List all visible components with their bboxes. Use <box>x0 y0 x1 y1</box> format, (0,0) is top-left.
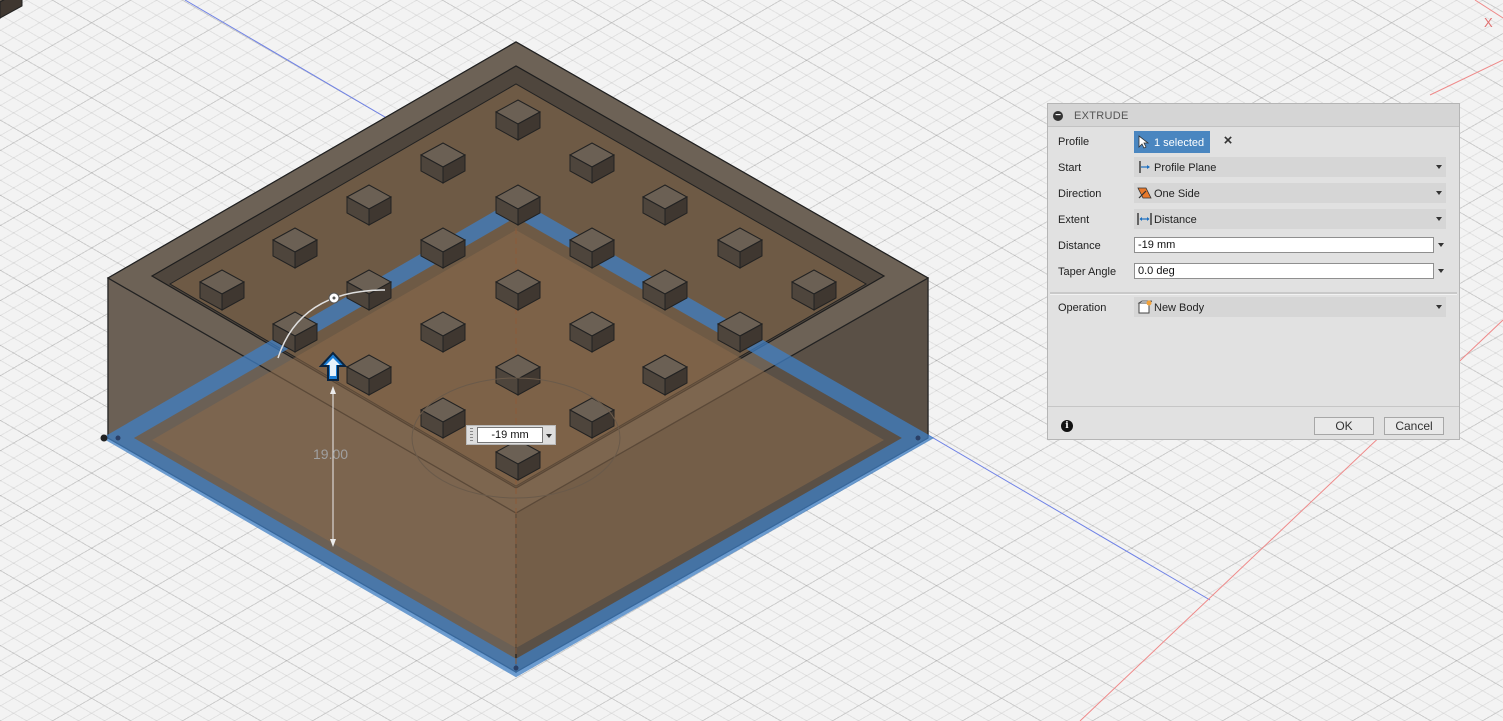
distance-dimension-label: 19.00 <box>313 446 349 462</box>
view-cube-axis-label[interactable]: X <box>1484 15 1493 30</box>
taper-angle-handle-dot <box>332 296 336 300</box>
cursor-icon <box>1138 135 1150 149</box>
extent-row: Extent Distance <box>1048 208 1459 230</box>
one-side-icon <box>1137 187 1152 199</box>
chevron-down-icon[interactable] <box>1438 269 1444 273</box>
start-select[interactable]: Profile Plane <box>1134 157 1446 177</box>
sketch-point[interactable] <box>513 665 519 671</box>
dialog-footer: i OK Cancel <box>1048 406 1459 440</box>
start-label: Start <box>1058 162 1082 174</box>
distance-input[interactable] <box>1134 237 1434 253</box>
profile-label: Profile <box>1058 136 1090 148</box>
canvas-distance-input-box[interactable] <box>466 425 556 445</box>
direction-select[interactable]: One Side <box>1134 183 1446 203</box>
operation-value: New Body <box>1154 302 1205 314</box>
collapse-icon[interactable]: − <box>1053 111 1063 121</box>
new-body-icon <box>1137 300 1152 314</box>
chevron-down-icon[interactable] <box>546 434 552 438</box>
dialog-divider <box>1050 292 1457 295</box>
operation-select[interactable]: New Body <box>1134 297 1446 317</box>
cancel-button[interactable]: Cancel <box>1384 417 1444 435</box>
chevron-down-icon <box>1436 191 1442 195</box>
dialog-title: EXTRUDE <box>1074 110 1129 122</box>
taper-angle-row: Taper Angle <box>1048 260 1459 282</box>
start-value: Profile Plane <box>1154 162 1217 174</box>
clear-selection-icon[interactable]: × <box>1220 133 1236 149</box>
direction-row: Direction One Side <box>1048 182 1459 204</box>
profile-selection-button[interactable]: 1 selected <box>1134 131 1210 153</box>
taper-angle-input[interactable] <box>1134 263 1434 279</box>
profile-plane-icon <box>1139 161 1150 173</box>
sketch-point[interactable] <box>115 435 121 441</box>
direction-label: Direction <box>1058 188 1102 200</box>
info-icon[interactable]: i <box>1061 420 1073 432</box>
extent-label: Extent <box>1058 214 1090 226</box>
direction-value: One Side <box>1154 188 1200 200</box>
chevron-down-icon <box>1436 305 1442 309</box>
distance-icon <box>1137 213 1152 225</box>
dialog-header: − EXTRUDE <box>1048 104 1459 127</box>
sketch-point[interactable] <box>100 434 108 442</box>
sketch-point[interactable] <box>915 435 921 441</box>
extent-value: Distance <box>1154 214 1197 226</box>
profile-selection-count: 1 selected <box>1154 137 1205 149</box>
profile-row: Profile 1 selected × <box>1048 130 1459 153</box>
start-row: Start Profile Plane <box>1048 156 1459 178</box>
distance-label: Distance <box>1058 240 1101 252</box>
chevron-down-icon <box>1436 217 1442 221</box>
chevron-down-icon[interactable] <box>1438 243 1444 247</box>
canvas-distance-input[interactable] <box>477 427 543 443</box>
ok-button[interactable]: OK <box>1314 417 1374 435</box>
extrude-dialog: − EXTRUDE Profile 1 selected × Start Pro… <box>1047 103 1460 440</box>
extent-select[interactable]: Distance <box>1134 209 1446 229</box>
operation-label: Operation <box>1058 302 1107 314</box>
operation-row: Operation New Body <box>1048 296 1459 318</box>
drag-grip-icon[interactable] <box>470 428 473 442</box>
distance-row: Distance <box>1048 234 1459 256</box>
taper-angle-label: Taper Angle <box>1058 266 1117 278</box>
chevron-down-icon <box>1436 165 1442 169</box>
x-axis-line-far <box>1429 59 1503 96</box>
